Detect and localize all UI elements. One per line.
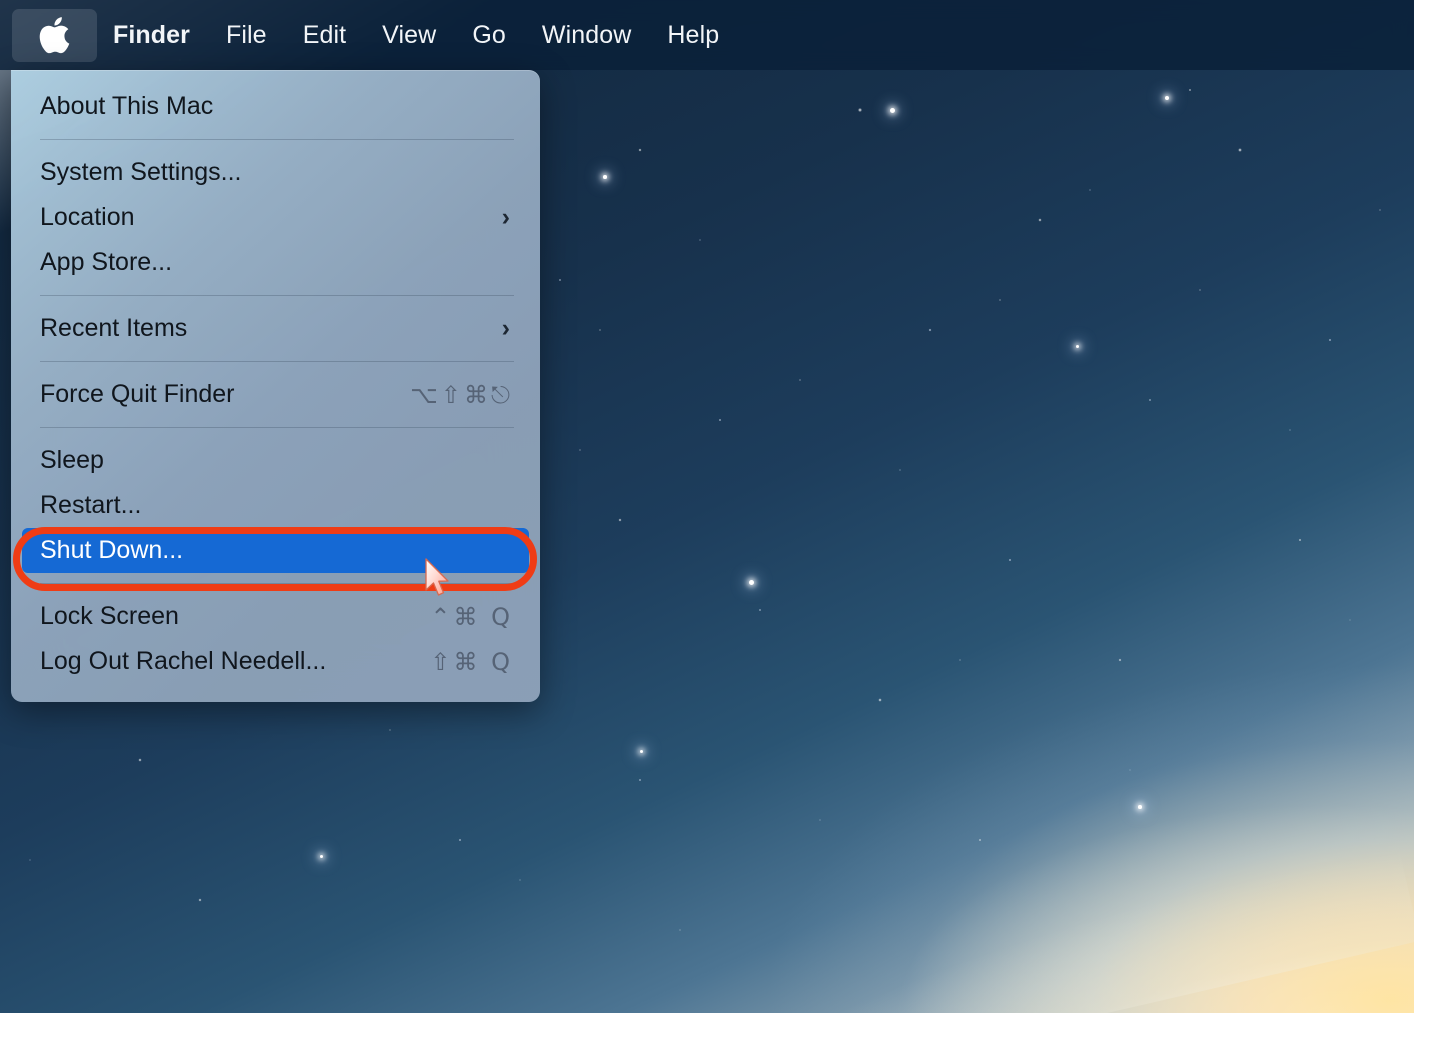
keyboard-shortcut: ⌥⇧⌘⎋ [410,380,513,409]
menubar-item-view[interactable]: View [364,22,454,48]
menu-separator [40,295,514,296]
menu-item-label: Location [40,203,135,231]
menu-separator [40,427,514,428]
menu-item-label: About This Mac [40,92,214,120]
star-glow [890,108,895,113]
menu-item-recent-items[interactable]: Recent Items › [11,306,540,351]
star-glow [1138,805,1142,809]
star-glow [1076,345,1079,348]
menu-item-label: App Store... [40,248,173,276]
menu-separator [40,361,514,362]
menubar-item-edit[interactable]: Edit [285,22,364,48]
menubar-item-window[interactable]: Window [524,22,650,48]
menu-item-about-this-mac[interactable]: About This Mac [11,84,540,129]
apple-menu-dropdown: About This Mac System Settings... Locati… [11,70,540,702]
star-glow [749,580,754,585]
menu-item-location[interactable]: Location › [11,195,540,240]
menu-item-lock-screen[interactable]: Lock Screen ⌃⌘ Q [11,594,540,639]
menubar-item-finder[interactable]: Finder [99,22,208,48]
chevron-right-icon: › [501,314,510,342]
menu-separator [40,583,514,584]
menu-item-app-store[interactable]: App Store... [11,240,540,285]
star-glow [640,750,643,753]
apple-logo-icon [38,15,72,55]
menu-item-label: Recent Items [40,314,188,342]
star-glow [603,175,607,179]
keyboard-shortcut: ⇧⌘ Q [430,647,513,676]
chevron-right-icon: › [501,203,510,231]
star-glow [1165,96,1169,100]
menubar-item-file[interactable]: File [208,22,285,48]
menu-item-label: Restart... [40,491,142,519]
menu-item-log-out[interactable]: Log Out Rachel Needell... ⇧⌘ Q [11,639,540,684]
menu-item-label: System Settings... [40,158,242,186]
menubar-item-help[interactable]: Help [649,22,737,48]
menu-item-sleep[interactable]: Sleep [11,438,540,483]
menu-item-label: Shut Down... [40,536,184,564]
screenshot-canvas: Finder File Edit View Go Window Help Abo… [0,0,1456,1046]
menu-item-label: Log Out Rachel Needell... [40,647,327,675]
menu-item-label: Sleep [40,446,104,474]
star-glow [320,855,323,858]
menubar-item-go[interactable]: Go [454,22,524,48]
menu-item-system-settings[interactable]: System Settings... [11,150,540,195]
menu-item-label: Force Quit Finder [40,380,235,408]
menu-separator [40,139,514,140]
menu-item-label: Lock Screen [40,602,179,630]
menu-bar: Finder File Edit View Go Window Help [0,0,1414,70]
menu-item-shut-down[interactable]: Shut Down... [22,528,529,573]
keyboard-shortcut: ⌃⌘ Q [430,602,513,631]
menu-item-force-quit-finder[interactable]: Force Quit Finder ⌥⇧⌘⎋ [11,372,540,417]
apple-menu-button[interactable] [12,8,97,62]
menu-item-restart[interactable]: Restart... [11,483,540,528]
